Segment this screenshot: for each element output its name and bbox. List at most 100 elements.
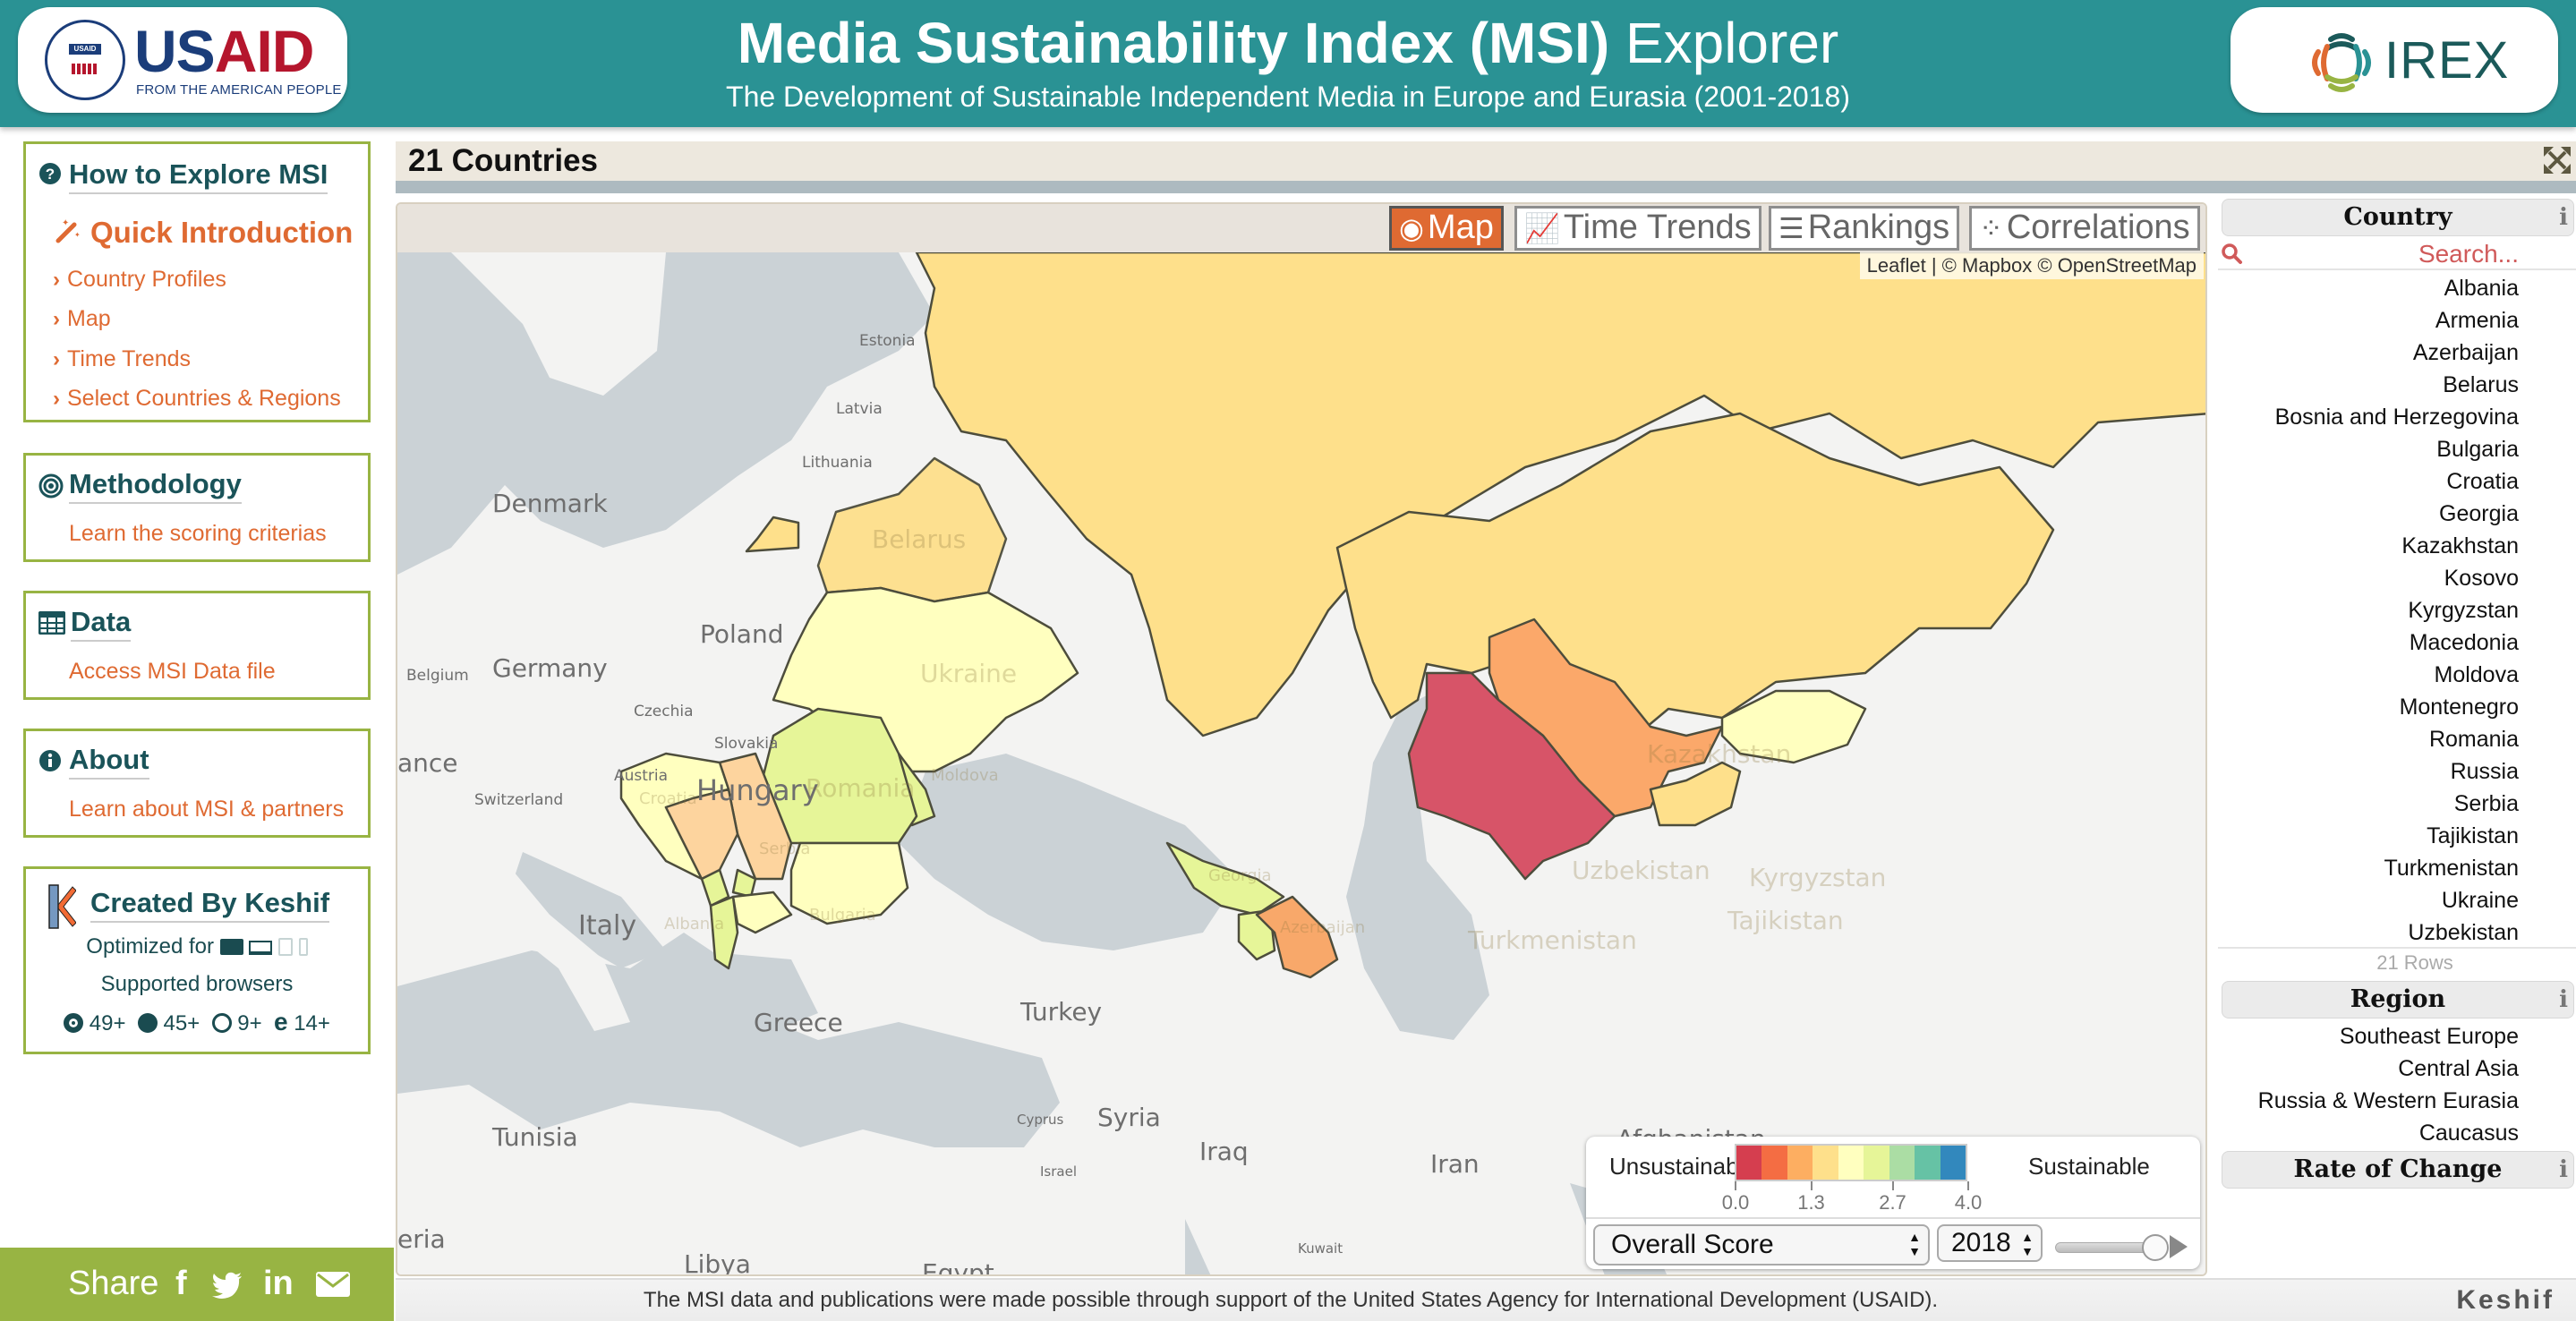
country-item[interactable]: Armenia <box>2214 304 2519 337</box>
country-item[interactable]: Croatia <box>2214 465 2519 498</box>
map-attribution[interactable]: Leaflet | © Mapbox © OpenStreetMap <box>1859 252 2204 279</box>
country-item[interactable]: Kyrgyzstan <box>2214 594 2519 626</box>
time-trends-link[interactable]: › Time Trends <box>53 345 191 373</box>
explore-title[interactable]: How to Explore MSI <box>69 158 328 194</box>
legend-tick-label: 2.7 <box>1879 1191 1906 1214</box>
about-partners-link[interactable]: Learn about MSI & partners <box>69 796 344 822</box>
methodology-title[interactable]: Methodology <box>69 468 242 504</box>
tab-map[interactable]: ◉ Map <box>1389 206 1504 251</box>
legend-tick-label: 1.3 <box>1797 1191 1825 1214</box>
tab-correlations[interactable]: ⁘ Correlations <box>1969 206 2200 251</box>
country-item[interactable]: Albania <box>2214 272 2519 304</box>
country-profiles-link[interactable]: › Country Profiles <box>53 266 226 294</box>
access-data-file-link[interactable]: Access MSI Data file <box>69 658 276 685</box>
country-item[interactable]: Bulgaria <box>2214 433 2519 465</box>
color-swatch <box>1838 1146 1864 1180</box>
tab-time-trends[interactable]: 📈 Time Trends <box>1514 206 1761 251</box>
play-icon[interactable] <box>2170 1235 2188 1258</box>
legend-tick <box>1967 1181 1969 1190</box>
choropleth-map[interactable]: Estonia Latvia Lithuania Denmark Poland … <box>397 252 2207 1276</box>
scoring-criteria-link[interactable]: Learn the scoring criterias <box>69 520 327 547</box>
country-item[interactable]: Kosovo <box>2214 562 2519 594</box>
map-label: Iran <box>1430 1149 1480 1179</box>
country-item[interactable]: Georgia <box>2214 498 2519 530</box>
map-label: Cyprus <box>1017 1112 1064 1128</box>
email-icon[interactable] <box>315 1266 351 1305</box>
year-select[interactable]: 2018 ▲ ▼ <box>1937 1224 2043 1262</box>
quick-introduction-link[interactable]: Quick Introduction <box>90 216 353 250</box>
color-swatch <box>1940 1146 1966 1180</box>
country-item[interactable]: Belarus <box>2214 369 2519 401</box>
map-country-label: Bulgaria <box>809 906 876 925</box>
map-panel[interactable]: Estonia Latvia Lithuania Denmark Poland … <box>396 202 2207 1276</box>
country-item[interactable]: Montenegro <box>2214 691 2519 723</box>
country-item[interactable]: Azerbaijan <box>2214 337 2519 369</box>
map-country-label: Tajikistan <box>1727 906 1844 935</box>
map-label: Kuwait <box>1298 1240 1343 1257</box>
select-countries-regions-link[interactable]: › Select Countries & Regions <box>53 385 341 413</box>
country-item[interactable]: Bosnia and Herzegovina <box>2214 401 2519 433</box>
question-circle-icon: ? <box>38 162 62 191</box>
keshif-title[interactable]: Created By Keshif <box>90 887 330 923</box>
country-item[interactable]: Kazakhstan <box>2214 530 2519 562</box>
info-circle-icon <box>38 749 62 778</box>
country-item[interactable]: Turkmenistan <box>2214 852 2519 884</box>
chevron-right-icon: › <box>53 347 60 371</box>
map-label: Egypt <box>922 1258 994 1276</box>
facebook-icon[interactable]: f <box>175 1266 187 1301</box>
region-item[interactable]: Central Asia <box>2214 1053 2519 1085</box>
map-label: Israel <box>1040 1163 1077 1180</box>
region-item[interactable]: Caucasus <box>2214 1117 2519 1149</box>
data-title[interactable]: Data <box>71 606 132 642</box>
map-country-label: Azerbaijan <box>1280 918 1365 937</box>
country-item[interactable]: Russia <box>2214 755 2519 788</box>
country-item[interactable]: Tajikistan <box>2214 820 2519 852</box>
phone-icon <box>298 938 308 956</box>
region-item[interactable]: Russia & Western Eurasia <box>2214 1085 2519 1117</box>
keshif-brand-link[interactable]: Keshif <box>2456 1285 2555 1316</box>
year-slider-thumb[interactable] <box>2142 1234 2169 1261</box>
country-item[interactable]: Serbia <box>2214 788 2519 820</box>
about-title[interactable]: About <box>69 744 149 780</box>
map-label: Belgium <box>406 667 469 685</box>
map-country-label: Romania <box>806 773 915 803</box>
map-country-label: Uzbekistan <box>1572 856 1710 885</box>
year-slider[interactable] <box>2055 1234 2169 1261</box>
map-link[interactable]: › Map <box>53 305 111 333</box>
bullseye-icon <box>38 473 64 504</box>
country-search <box>2218 240 2576 270</box>
map-label: Germany <box>492 653 608 683</box>
legend-high-label: Sustainable <box>2028 1153 2150 1180</box>
info-icon[interactable]: i <box>2559 982 2568 1018</box>
fullscreen-expand-icon[interactable] <box>2544 147 2571 174</box>
info-icon[interactable]: i <box>2559 200 2568 235</box>
country-item[interactable]: Romania <box>2214 723 2519 755</box>
region-list: Southeast Europe Central Asia Russia & Wes… <box>2214 1020 2519 1149</box>
legend-divider <box>1586 1217 2200 1219</box>
map-country-label: Albania <box>664 915 724 933</box>
twitter-icon[interactable] <box>211 1266 243 1307</box>
country-item[interactable]: Macedonia <box>2214 626 2519 659</box>
info-icon[interactable]: i <box>2559 1152 2568 1188</box>
country-item[interactable]: Uzbekistan <box>2214 916 2519 949</box>
color-swatch <box>1813 1146 1838 1180</box>
country-item[interactable]: Moldova <box>2214 659 2520 691</box>
rate-of-change-facet-header[interactable]: Rate of Change i <box>2222 1151 2574 1189</box>
rows-count: 21 Rows <box>2218 947 2576 977</box>
region-facet-header[interactable]: Region i <box>2222 981 2574 1018</box>
irex-logo[interactable]: IREX <box>2231 7 2558 113</box>
metric-select[interactable]: Overall Score ▲ ▼ <box>1593 1224 1930 1266</box>
country-search-input[interactable] <box>2254 240 2519 268</box>
linkedin-icon[interactable]: in <box>263 1266 294 1301</box>
region-item[interactable]: Southeast Europe <box>2214 1020 2519 1053</box>
map-label: Turkey <box>1019 997 1102 1027</box>
map-country-label: Georgia <box>1208 866 1272 885</box>
legend-tick <box>1735 1181 1736 1190</box>
share-bar: Share f in <box>0 1248 394 1321</box>
country-item[interactable]: Ukraine <box>2214 884 2519 916</box>
legend-tick-label: 0.0 <box>1721 1191 1750 1214</box>
country-facet-header[interactable]: Country i <box>2222 199 2574 236</box>
results-header: 21 Countries <box>396 141 2576 181</box>
view-toolbar: ◉ Map 📈 Time Trends ☰ Rankings ⁘ Correlation… <box>397 204 2205 252</box>
tab-rankings[interactable]: ☰ Rankings <box>1769 206 1960 251</box>
